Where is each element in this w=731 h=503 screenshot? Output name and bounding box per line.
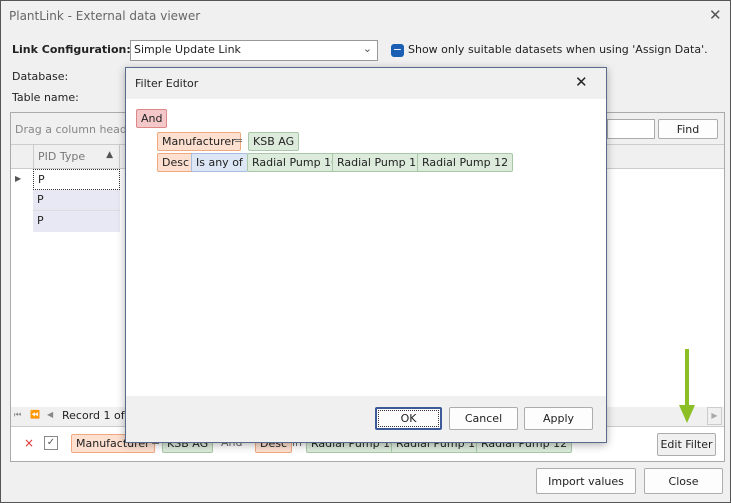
condition-value[interactable]: Radial Pump 11: [332, 153, 429, 172]
prev-record-icon[interactable]: ◀: [47, 410, 53, 419]
row-indicator-icon: ▶: [15, 174, 22, 183]
window-close-icon[interactable]: ✕: [709, 6, 722, 24]
find-input[interactable]: [607, 119, 655, 139]
enable-filter-checkbox[interactable]: ✓: [44, 436, 58, 450]
clear-filter-icon[interactable]: ×: [24, 436, 34, 450]
table-row[interactable]: P: [33, 190, 120, 211]
filter-tree: And Manufacturer = KSB AG Desc Is any of…: [126, 99, 606, 396]
close-button[interactable]: Close: [644, 468, 723, 494]
ok-button[interactable]: OK: [375, 407, 442, 430]
condition-value[interactable]: Radial Pump 10: [247, 153, 344, 172]
green-arrow-icon: [679, 349, 695, 423]
dialog-close-icon[interactable]: ✕: [575, 73, 588, 91]
group-hint: Drag a column header here to group by th…: [15, 123, 125, 136]
find-button[interactable]: Find: [658, 119, 718, 139]
database-label: Database:: [12, 70, 69, 83]
sort-ascending-icon: ▲: [106, 150, 113, 160]
suitable-datasets-checkbox[interactable]: −: [391, 44, 404, 57]
filter-editor-dialog: Filter Editor ✕ And Manufacturer = KSB A…: [125, 67, 607, 443]
scroll-right-icon[interactable]: ▶: [707, 407, 722, 425]
condition-value[interactable]: KSB AG: [248, 132, 300, 151]
condition-field[interactable]: Manufacturer: [157, 132, 241, 151]
window-title: PlantLink - External data viewer: [9, 9, 201, 23]
column-header-pid-type[interactable]: PID Type ▲: [33, 145, 120, 169]
prev-page-icon[interactable]: ⏪: [30, 410, 40, 419]
condition-field[interactable]: Desc: [157, 153, 195, 172]
link-config-select[interactable]: Simple Update Link ⌄: [130, 40, 378, 61]
condition-operator[interactable]: =: [234, 134, 243, 147]
group-operator[interactable]: And: [136, 109, 168, 128]
table-row[interactable]: P: [33, 211, 120, 232]
chevron-down-icon: ⌄: [362, 42, 372, 55]
condition-value[interactable]: Radial Pump 12: [417, 153, 514, 172]
import-values-button[interactable]: Import values: [536, 468, 636, 494]
dialog-title: Filter Editor: [135, 77, 199, 90]
cancel-button[interactable]: Cancel: [449, 407, 518, 430]
first-record-icon[interactable]: ⏮: [14, 410, 21, 420]
edit-filter-button[interactable]: Edit Filter: [657, 433, 716, 456]
apply-button[interactable]: Apply: [524, 407, 593, 430]
table-name-label: Table name:: [12, 91, 79, 104]
link-config-value: Simple Update Link: [134, 43, 241, 56]
condition-operator[interactable]: Is any of: [191, 153, 248, 172]
link-config-label: Link Configuration:: [12, 43, 131, 56]
checkbox-label: Show only suitable datasets when using '…: [408, 43, 708, 56]
table-row[interactable]: P: [33, 169, 120, 190]
